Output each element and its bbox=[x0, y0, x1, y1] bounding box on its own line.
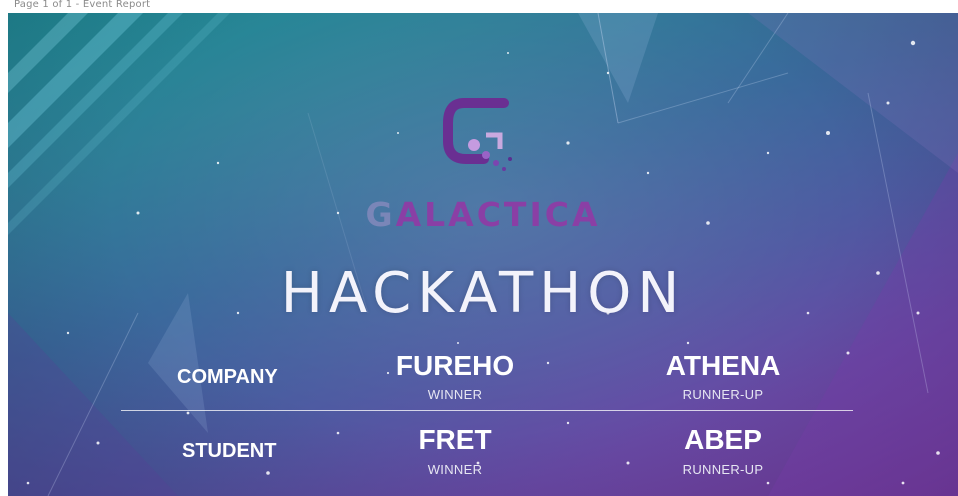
brand-wordmark: GALACTICA bbox=[8, 195, 958, 234]
student-runnerup-name: ABEP bbox=[684, 424, 762, 455]
company-runnerup-role: RUNNER-UP bbox=[682, 387, 764, 402]
student-runnerup-role: RUNNER-UP bbox=[682, 462, 764, 477]
brand-rest: ALACTICA bbox=[395, 195, 601, 234]
student-row-label: STUDENT bbox=[182, 440, 277, 462]
company-winner-role: WINNER bbox=[427, 387, 483, 402]
galactica-logo-icon bbox=[443, 98, 512, 171]
top-bar: Page 1 of 1 - Event Report bbox=[0, 0, 958, 13]
company-row-label: COMPANY bbox=[177, 366, 278, 388]
company-winner-name: FUREHO bbox=[395, 350, 515, 381]
results-divider bbox=[121, 410, 853, 411]
top-caption: Page 1 of 1 - Event Report bbox=[14, 0, 151, 10]
slide: GALACTICA HACKATHON COMPANY FUREHO WINNE… bbox=[8, 13, 958, 496]
company-runnerup-name: ATHENA bbox=[665, 350, 781, 381]
event-title: HACKATHON bbox=[280, 261, 686, 326]
student-winner-role: WINNER bbox=[427, 462, 483, 477]
brand-initial: G bbox=[365, 195, 396, 234]
student-winner-name: FRET bbox=[418, 424, 492, 455]
